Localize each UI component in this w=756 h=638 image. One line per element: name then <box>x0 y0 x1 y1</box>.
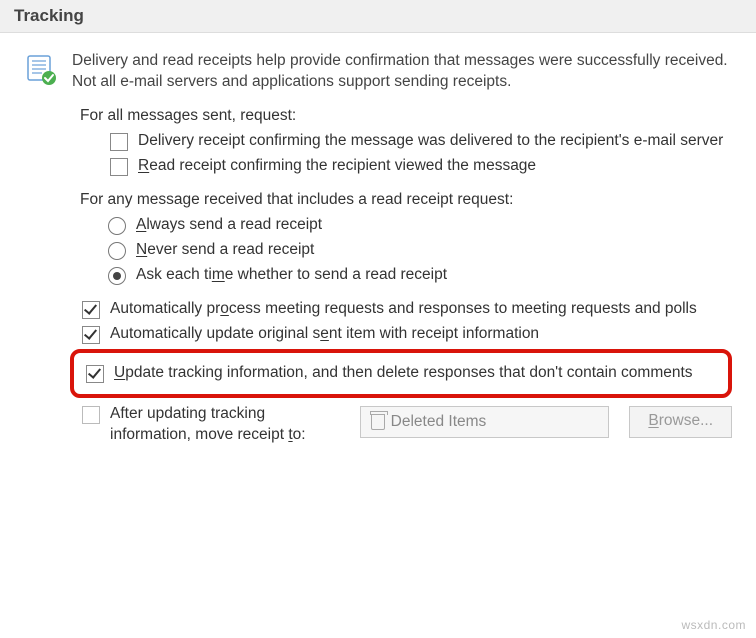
folder-display: Deleted Items <box>360 406 610 438</box>
update-tracking-checkbox[interactable] <box>86 365 104 383</box>
delivery-receipt-checkbox[interactable] <box>110 133 128 151</box>
request-header: For all messages sent, request: <box>80 107 732 125</box>
section-title: Tracking <box>14 6 84 25</box>
intro-row: Delivery and read receipts help provide … <box>24 51 732 93</box>
auto-update-checkbox[interactable] <box>82 326 100 344</box>
read-receipt-checkbox[interactable] <box>110 158 128 176</box>
radio-never[interactable] <box>108 242 126 260</box>
receipt-icon <box>24 53 58 87</box>
radio-ask-label: Ask each time whether to send a read rec… <box>136 265 732 286</box>
auto-process-option[interactable]: Automatically process meeting requests a… <box>82 299 732 320</box>
auto-update-option[interactable]: Automatically update original sent item … <box>82 324 732 345</box>
radio-never-option[interactable]: Never send a read receipt <box>108 240 732 261</box>
trash-icon <box>371 414 385 430</box>
update-tracking-option[interactable]: Update tracking information, and then de… <box>86 363 720 384</box>
intro-text: Delivery and read receipts help provide … <box>72 51 732 93</box>
watermark: wsxdn.com <box>681 618 746 632</box>
update-tracking-label: Update tracking information, and then de… <box>114 363 720 384</box>
radio-never-label: Never send a read receipt <box>136 240 732 261</box>
radio-always-option[interactable]: Always send a read receipt <box>108 215 732 236</box>
received-header: For any message received that includes a… <box>80 191 732 209</box>
auto-update-label: Automatically update original sent item … <box>110 324 732 345</box>
read-receipt-option[interactable]: Read receipt confirming the recipient vi… <box>110 156 732 177</box>
radio-ask[interactable] <box>108 267 126 285</box>
delivery-receipt-option[interactable]: Delivery receipt confirming the message … <box>110 131 732 152</box>
radio-always-label: Always send a read receipt <box>136 215 732 236</box>
read-receipt-label: Read receipt confirming the recipient vi… <box>138 156 732 177</box>
radio-always[interactable] <box>108 217 126 235</box>
move-receipt-row: After updating tracking information, mov… <box>82 404 732 446</box>
section-header: Tracking <box>0 0 756 33</box>
radio-ask-option[interactable]: Ask each time whether to send a read rec… <box>108 265 732 286</box>
auto-process-checkbox[interactable] <box>82 301 100 319</box>
folder-name: Deleted Items <box>391 413 487 431</box>
auto-process-label: Automatically process meeting requests a… <box>110 299 732 320</box>
highlighted-option: Update tracking information, and then de… <box>70 349 732 398</box>
delivery-receipt-label: Delivery receipt confirming the message … <box>138 131 732 152</box>
tracking-content: Delivery and read receipts help provide … <box>0 33 756 468</box>
move-receipt-label: After updating tracking information, mov… <box>110 404 350 446</box>
browse-button[interactable]: Browse... <box>629 406 732 438</box>
move-receipt-checkbox[interactable] <box>82 406 100 424</box>
